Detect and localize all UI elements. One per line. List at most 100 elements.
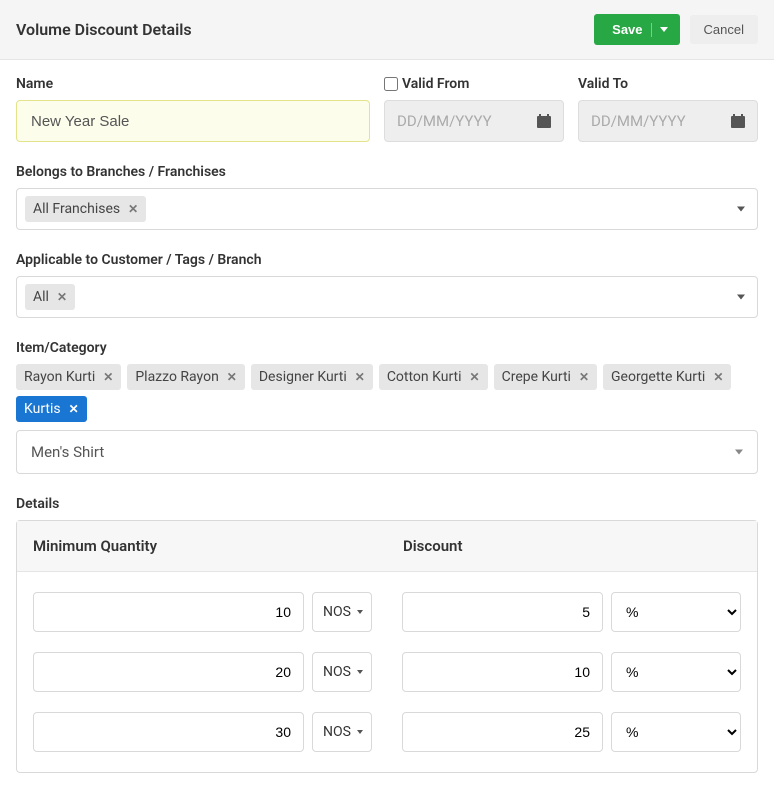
details-row: NOS% (17, 642, 757, 702)
name-label: Name (16, 76, 370, 92)
details-body: NOS%NOS%NOS% (17, 572, 757, 772)
disc-unit-select[interactable]: % (611, 712, 741, 752)
qty-unit-select[interactable]: NOS (312, 592, 372, 632)
qty-cell: NOS (33, 592, 372, 632)
item-tag-5[interactable]: Georgette Kurti ✕ (603, 364, 731, 390)
calendar-icon[interactable] (731, 114, 745, 128)
item-tag-0-label: Rayon Kurti (24, 369, 95, 385)
header-actions: Save Cancel (594, 14, 758, 45)
item-tag-4[interactable]: Crepe Kurti ✕ (494, 364, 597, 390)
item-tag-4-remove-icon[interactable]: ✕ (579, 370, 589, 384)
details-row: NOS% (17, 582, 757, 642)
disc-input[interactable] (402, 712, 603, 752)
qty-unit-label: NOS (323, 664, 351, 680)
disc-unit-select[interactable]: % (611, 652, 741, 692)
item-tag-0-remove-icon[interactable]: ✕ (103, 370, 113, 384)
disc-unit-select[interactable]: % (611, 592, 741, 632)
item-tag-3[interactable]: Cotton Kurti ✕ (379, 364, 488, 390)
qty-cell: NOS (33, 712, 372, 752)
items-select-value: Men's Shirt (31, 443, 104, 461)
item-tag-4-label: Crepe Kurti (502, 369, 571, 385)
section-details: Details Minimum Quantity Discount NOS%NO… (16, 496, 758, 773)
details-table: Minimum Quantity Discount NOS%NOS%NOS% (16, 520, 758, 773)
valid-from-checkbox[interactable] (384, 77, 398, 91)
details-label: Details (16, 496, 758, 512)
qty-input[interactable] (33, 592, 304, 632)
section-customers: Applicable to Customer / Tags / Branch A… (16, 252, 758, 318)
item-tag-3-label: Cotton Kurti (387, 369, 462, 385)
valid-to-label: Valid To (578, 76, 758, 92)
field-valid-to: Valid To DD/MM/YYYY (578, 76, 758, 142)
branch-tag-0-label: All Franchises (33, 201, 120, 217)
item-tag-6-label: Kurtis (24, 401, 61, 417)
branches-tag-input[interactable]: All Franchises ✕ (16, 188, 758, 230)
customers-dropdown-caret-icon[interactable] (737, 295, 745, 300)
valid-to-placeholder: DD/MM/YYYY (591, 112, 731, 130)
form-content: Name Valid From DD/MM/YYYY Valid To DD/M… (0, 60, 774, 811)
valid-from-label-wrap: Valid From (384, 76, 564, 92)
customer-tag-0-remove-icon[interactable]: ✕ (57, 290, 67, 304)
branches-dropdown-caret-icon[interactable] (737, 207, 745, 212)
item-tag-6[interactable]: Kurtis ✕ (16, 396, 87, 422)
qty-unit-label: NOS (323, 724, 351, 740)
col-header-disc: Discount (387, 521, 757, 571)
page-title: Volume Discount Details (16, 20, 192, 39)
section-items: Item/Category Rayon Kurti✕Plazzo Rayon✕D… (16, 340, 758, 474)
items-select[interactable]: Men's Shirt (16, 430, 758, 474)
qty-cell: NOS (33, 652, 372, 692)
qty-input[interactable] (33, 652, 304, 692)
qty-unit-caret-icon (357, 730, 363, 734)
qty-unit-label: NOS (323, 604, 351, 620)
valid-to-input[interactable]: DD/MM/YYYY (578, 100, 758, 142)
item-tag-5-label: Georgette Kurti (611, 369, 705, 385)
customer-tag-0-label: All (33, 289, 49, 305)
disc-cell: % (402, 592, 741, 632)
disc-cell: % (402, 712, 741, 752)
cancel-button-label: Cancel (704, 22, 744, 37)
items-select-caret-icon[interactable] (735, 450, 743, 455)
disc-input[interactable] (402, 592, 603, 632)
item-tag-1-label: Plazzo Rayon (135, 369, 218, 385)
valid-from-placeholder: DD/MM/YYYY (397, 112, 537, 130)
row-name-dates: Name Valid From DD/MM/YYYY Valid To DD/M… (16, 76, 758, 142)
item-tag-1[interactable]: Plazzo Rayon ✕ (127, 364, 245, 390)
customer-tag-0[interactable]: All ✕ (25, 284, 75, 310)
save-button-divider (651, 23, 652, 37)
details-header: Minimum Quantity Discount (17, 521, 757, 572)
field-valid-from: Valid From DD/MM/YYYY (384, 76, 564, 142)
valid-from-label: Valid From (402, 76, 469, 92)
name-input[interactable] (16, 100, 370, 142)
item-tag-2-label: Designer Kurti (259, 369, 347, 385)
cancel-button[interactable]: Cancel (690, 15, 758, 44)
save-button-label: Save (612, 22, 642, 37)
save-dropdown-caret-icon[interactable] (660, 27, 668, 32)
item-tag-2-remove-icon[interactable]: ✕ (355, 370, 365, 384)
customers-label: Applicable to Customer / Tags / Branch (16, 252, 758, 268)
item-tag-3-remove-icon[interactable]: ✕ (470, 370, 480, 384)
branches-label: Belongs to Branches / Franchises (16, 164, 758, 180)
qty-unit-caret-icon (357, 610, 363, 614)
qty-unit-caret-icon (357, 670, 363, 674)
save-button[interactable]: Save (594, 14, 679, 45)
items-label: Item/Category (16, 340, 758, 356)
item-tag-1-remove-icon[interactable]: ✕ (227, 370, 237, 384)
item-tag-6-remove-icon[interactable]: ✕ (69, 402, 79, 416)
col-header-qty: Minimum Quantity (17, 521, 387, 571)
details-row: NOS% (17, 702, 757, 762)
section-branches: Belongs to Branches / Franchises All Fra… (16, 164, 758, 230)
branch-tag-0-remove-icon[interactable]: ✕ (128, 202, 138, 216)
qty-unit-select[interactable]: NOS (312, 652, 372, 692)
page-header: Volume Discount Details Save Cancel (0, 0, 774, 60)
field-name: Name (16, 76, 370, 142)
qty-unit-select[interactable]: NOS (312, 712, 372, 752)
item-tag-0[interactable]: Rayon Kurti ✕ (16, 364, 121, 390)
calendar-icon[interactable] (537, 114, 551, 128)
branch-tag-0[interactable]: All Franchises ✕ (25, 196, 146, 222)
disc-cell: % (402, 652, 741, 692)
disc-input[interactable] (402, 652, 603, 692)
valid-from-input[interactable]: DD/MM/YYYY (384, 100, 564, 142)
qty-input[interactable] (33, 712, 304, 752)
item-tag-5-remove-icon[interactable]: ✕ (713, 370, 723, 384)
item-tag-2[interactable]: Designer Kurti ✕ (251, 364, 373, 390)
customers-tag-input[interactable]: All ✕ (16, 276, 758, 318)
